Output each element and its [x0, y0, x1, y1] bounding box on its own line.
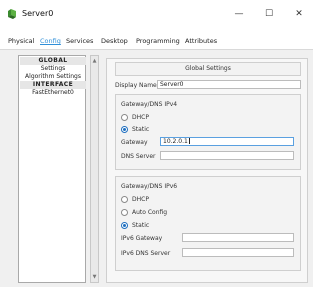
ipv4-gateway-label: Gateway — [121, 139, 148, 146]
display-name-field[interactable]: Server0 — [157, 80, 301, 89]
sidebar-scrollbar[interactable]: ▲ ▼ — [90, 55, 99, 283]
ipv4-group-title: Gateway/DNS IPv4 — [121, 101, 178, 108]
sidebar-item-fastethernet0[interactable]: FastEthernet0 — [20, 89, 86, 97]
minimize-button[interactable]: — — [228, 6, 250, 22]
ipv4-dhcp-option[interactable]: DHCP — [121, 113, 149, 122]
ipv4-static-radio[interactable] — [121, 126, 128, 133]
sidebar-item-settings[interactable]: Settings — [20, 65, 86, 73]
ipv4-dns-label: DNS Server — [121, 153, 156, 160]
sidebar-heading-global: GLOBAL — [20, 57, 86, 65]
ipv6-dhcp-radio[interactable] — [121, 196, 128, 203]
ipv6-static-radio[interactable] — [121, 222, 128, 229]
ipv4-static-label: Static — [132, 126, 150, 133]
sidebar-heading-interface: INTERFACE — [20, 81, 86, 89]
scroll-up-arrow-icon[interactable]: ▲ — [91, 57, 98, 65]
ipv6-auto-config-label: Auto Config — [132, 209, 168, 216]
tab-bar: Physical Config Services Desktop Program… — [0, 32, 313, 50]
ipv6-gateway-group: Gateway/DNS IPv6 DHCP Auto Config Static… — [115, 176, 301, 271]
config-body: GLOBAL Settings Algorithm Settings INTER… — [0, 50, 313, 287]
ipv6-auto-config-option[interactable]: Auto Config — [121, 208, 167, 217]
global-settings-panel: Global Settings Display Name Server0 Gat… — [106, 58, 308, 283]
ipv6-dhcp-option[interactable]: DHCP — [121, 195, 149, 204]
ipv4-dhcp-label: DHCP — [132, 114, 149, 121]
tab-desktop[interactable]: Desktop — [101, 37, 128, 45]
ipv6-dhcp-label: DHCP — [132, 196, 149, 203]
ipv6-dns-label: IPv6 DNS Server — [121, 250, 171, 257]
ipv4-dns-field[interactable] — [160, 151, 294, 160]
tab-config[interactable]: Config — [40, 37, 61, 45]
ipv4-static-option[interactable]: Static — [121, 125, 149, 134]
ipv6-group-title: Gateway/DNS IPv6 — [121, 183, 178, 190]
window-title: Server0 — [22, 9, 54, 18]
ipv6-auto-config-radio[interactable] — [121, 209, 128, 216]
ipv6-gateway-field[interactable] — [182, 233, 294, 242]
tab-services[interactable]: Services — [66, 37, 93, 45]
app-window: Server0 — ☐ ✕ Physical Config Services D… — [0, 0, 313, 287]
tab-physical[interactable]: Physical — [8, 37, 34, 45]
ipv6-dns-field[interactable] — [182, 248, 294, 257]
maximize-button[interactable]: ☐ — [258, 6, 280, 22]
scroll-down-arrow-icon[interactable]: ▼ — [91, 273, 98, 281]
ipv4-dhcp-radio[interactable] — [121, 114, 128, 121]
config-sidebar: GLOBAL Settings Algorithm Settings INTER… — [18, 55, 86, 283]
ipv6-static-option[interactable]: Static — [121, 221, 149, 230]
tab-programming[interactable]: Programming — [136, 37, 180, 45]
text-caret — [188, 138, 190, 144]
tab-attributes[interactable]: Attributes — [185, 37, 217, 45]
server-app-icon — [6, 8, 18, 20]
ipv4-gateway-group: Gateway/DNS IPv4 DHCP Static Gateway 10.… — [115, 94, 301, 170]
close-button[interactable]: ✕ — [288, 6, 310, 22]
ipv4-gateway-field[interactable]: 10.2.0.1 — [160, 137, 294, 146]
ipv6-gateway-label: IPv6 Gateway — [121, 235, 163, 242]
display-name-label: Display Name — [115, 82, 157, 89]
ipv6-static-label: Static — [132, 222, 150, 229]
title-bar: Server0 — ☐ ✕ — [0, 0, 313, 32]
sidebar-item-algorithm-settings[interactable]: Algorithm Settings — [20, 73, 86, 81]
panel-header: Global Settings — [115, 62, 301, 76]
